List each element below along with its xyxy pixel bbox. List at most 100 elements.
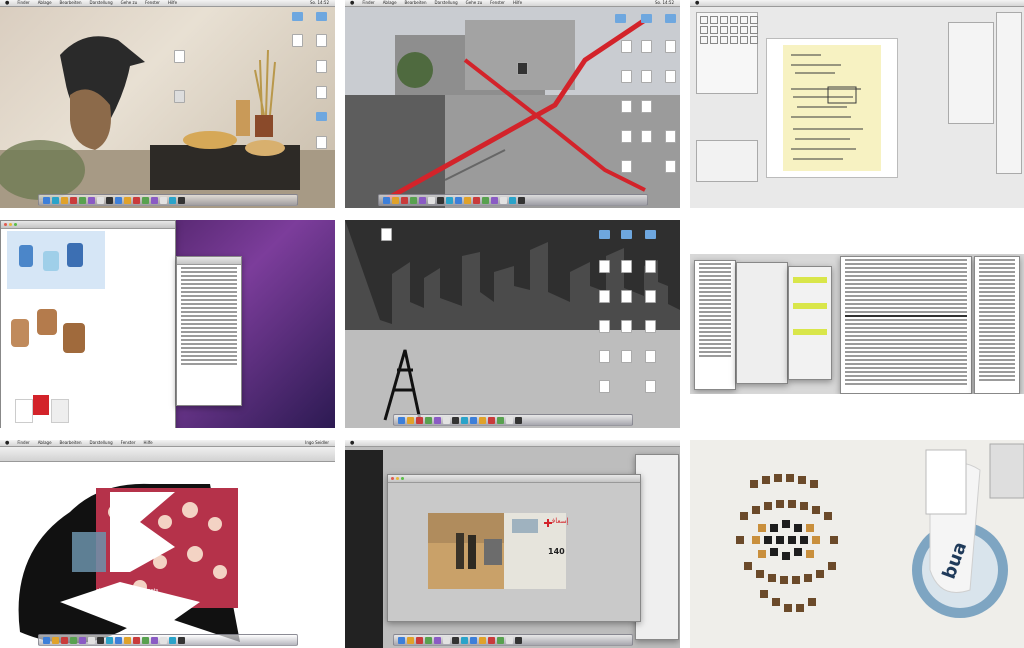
finder-icon[interactable]: [382, 196, 390, 204]
video-player-window[interactable]: إسعاف 140: [387, 474, 641, 622]
folder-icon[interactable]: [665, 14, 676, 23]
palette-window[interactable]: [736, 262, 788, 384]
app-icon[interactable]: [78, 196, 86, 204]
folder-icon[interactable]: [641, 14, 652, 23]
app-icon[interactable]: [168, 196, 176, 204]
document-icon[interactable]: [621, 320, 632, 333]
folder-icon[interactable]: [615, 14, 626, 23]
app-icon[interactable]: [508, 196, 516, 204]
apple-menu-icon[interactable]: ●: [350, 440, 354, 446]
trash-icon[interactable]: [177, 196, 185, 204]
menu-bearbeiten[interactable]: Bearbeiten: [60, 440, 82, 446]
folder-icon[interactable]: [621, 230, 632, 239]
app-icon[interactable]: [415, 416, 423, 424]
app-icon[interactable]: [460, 636, 468, 644]
menu-ablage[interactable]: Ablage: [383, 0, 397, 6]
document-icon[interactable]: [641, 130, 652, 143]
app-icon[interactable]: [487, 416, 495, 424]
trash-icon[interactable]: [517, 196, 525, 204]
app-icon[interactable]: [60, 196, 68, 204]
document-icon[interactable]: [621, 130, 632, 143]
app-icon[interactable]: [436, 196, 444, 204]
app-icon[interactable]: [451, 636, 459, 644]
app-icon[interactable]: [442, 416, 450, 424]
document-icon[interactable]: [641, 70, 652, 83]
app-icon[interactable]: [451, 416, 459, 424]
app-icon[interactable]: [141, 636, 149, 644]
document-icon[interactable]: [174, 50, 185, 63]
apple-menu-icon[interactable]: ●: [350, 0, 354, 6]
display-icon[interactable]: [517, 62, 528, 75]
trash-icon[interactable]: [177, 636, 185, 644]
document-icon[interactable]: [316, 34, 327, 47]
list-window[interactable]: [176, 256, 242, 406]
document-icon[interactable]: [599, 350, 610, 363]
app-icon[interactable]: [123, 196, 131, 204]
app-icon[interactable]: [460, 416, 468, 424]
app-icon[interactable]: [406, 636, 414, 644]
folder-icon[interactable]: [316, 12, 327, 21]
menu-darstellung[interactable]: Darstellung: [90, 440, 113, 446]
document-icon[interactable]: [599, 290, 610, 303]
document-icon[interactable]: [645, 290, 656, 303]
menu-bearbeiten[interactable]: Bearbeiten: [405, 0, 427, 6]
app-icon[interactable]: [415, 636, 423, 644]
app-icon[interactable]: [60, 636, 68, 644]
document-icon[interactable]: [641, 100, 652, 113]
document-icon[interactable]: [645, 260, 656, 273]
app-icon[interactable]: [400, 196, 408, 204]
app-icon[interactable]: [132, 196, 140, 204]
disk-icon[interactable]: [174, 90, 185, 103]
app-icon[interactable]: [433, 416, 441, 424]
document-window[interactable]: [694, 260, 736, 390]
document-icon[interactable]: [665, 70, 676, 83]
document-icon[interactable]: [621, 160, 632, 173]
app-icon[interactable]: [391, 196, 399, 204]
app-icon[interactable]: [69, 636, 77, 644]
app-icon[interactable]: [123, 636, 131, 644]
app-icon[interactable]: [505, 416, 513, 424]
finder-icon[interactable]: [42, 636, 50, 644]
document-icon[interactable]: [599, 320, 610, 333]
app-icon[interactable]: [114, 196, 122, 204]
app-icon[interactable]: [78, 636, 86, 644]
app-icon[interactable]: [51, 636, 59, 644]
app-icon[interactable]: [490, 196, 498, 204]
menu-darstellung[interactable]: Darstellung: [435, 0, 458, 6]
app-icon[interactable]: [505, 636, 513, 644]
browser-window[interactable]: [0, 220, 176, 428]
trash-icon[interactable]: [514, 416, 522, 424]
document-icon[interactable]: [316, 60, 327, 73]
document-icon[interactable]: [621, 290, 632, 303]
document-icon[interactable]: [599, 260, 610, 273]
app-icon[interactable]: [159, 196, 167, 204]
menu-hilfe[interactable]: Hilfe: [143, 440, 152, 446]
document-icon[interactable]: [621, 100, 632, 113]
document-icon[interactable]: [316, 136, 327, 149]
app-icon[interactable]: [69, 196, 77, 204]
apple-menu-icon[interactable]: ●: [5, 440, 9, 446]
app-icon[interactable]: [472, 196, 480, 204]
app-icon[interactable]: [51, 196, 59, 204]
menu-gehe-zu[interactable]: Gehe zu: [466, 0, 482, 6]
layers-panel[interactable]: [696, 140, 758, 182]
finder-icon[interactable]: [397, 416, 405, 424]
app-icon[interactable]: [150, 196, 158, 204]
app-icon[interactable]: [168, 636, 176, 644]
document-icon[interactable]: [665, 160, 676, 173]
document-icon[interactable]: [645, 320, 656, 333]
app-icon[interactable]: [454, 196, 462, 204]
app-icon[interactable]: [469, 636, 477, 644]
document-icon[interactable]: [621, 350, 632, 363]
document-icon[interactable]: [641, 40, 652, 53]
folder-icon[interactable]: [292, 12, 303, 21]
app-icon[interactable]: [469, 416, 477, 424]
menu-ablage[interactable]: Ablage: [38, 440, 52, 446]
app-icon[interactable]: [496, 416, 504, 424]
document-icon[interactable]: [665, 130, 676, 143]
folder-icon[interactable]: [645, 230, 656, 239]
folder-icon[interactable]: [599, 230, 610, 239]
inspector-window[interactable]: [635, 454, 679, 640]
document-icon[interactable]: [599, 380, 610, 393]
document-icon[interactable]: [621, 260, 632, 273]
